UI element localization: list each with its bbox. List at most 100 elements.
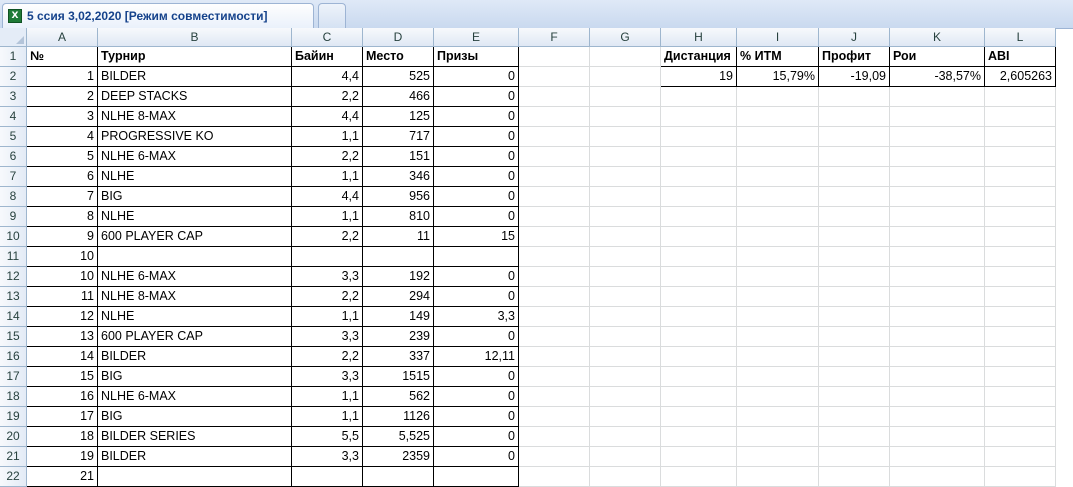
cell-g2[interactable] [590, 67, 661, 87]
cell-l8[interactable] [985, 187, 1056, 207]
column-header-j[interactable]: J [819, 28, 890, 47]
cell-k10[interactable] [890, 227, 985, 247]
row-header-17[interactable]: 17 [0, 367, 27, 387]
cell-j10[interactable] [819, 227, 890, 247]
row-header-6[interactable]: 6 [0, 147, 27, 167]
cell-j11[interactable] [819, 247, 890, 267]
cell-k19[interactable] [890, 407, 985, 427]
column-header-b[interactable]: B [98, 28, 292, 47]
cell-a13[interactable]: 11 [27, 287, 98, 307]
cell-j8[interactable] [819, 187, 890, 207]
cell-l21[interactable] [985, 447, 1056, 467]
cell-e9[interactable]: 0 [434, 207, 519, 227]
cell-c6[interactable]: 2,2 [292, 147, 363, 167]
cell-f13[interactable] [519, 287, 590, 307]
cell-a8[interactable]: 7 [27, 187, 98, 207]
cell-d11[interactable] [363, 247, 434, 267]
cell-a22[interactable]: 21 [27, 467, 98, 487]
cell-f6[interactable] [519, 147, 590, 167]
cell-f10[interactable] [519, 227, 590, 247]
cell-j21[interactable] [819, 447, 890, 467]
cell-e5[interactable]: 0 [434, 127, 519, 147]
cell-f17[interactable] [519, 367, 590, 387]
cell-b14[interactable]: NLHE [98, 307, 292, 327]
cell-j9[interactable] [819, 207, 890, 227]
cell-b3[interactable]: DEEP STACKS [98, 87, 292, 107]
cell-a10[interactable]: 9 [27, 227, 98, 247]
cell-g16[interactable] [590, 347, 661, 367]
cell-i11[interactable] [737, 247, 819, 267]
cell-k13[interactable] [890, 287, 985, 307]
cell-f4[interactable] [519, 107, 590, 127]
cell-j3[interactable] [819, 87, 890, 107]
cell-f19[interactable] [519, 407, 590, 427]
cell-i15[interactable] [737, 327, 819, 347]
cell-e21[interactable]: 0 [434, 447, 519, 467]
cell-e15[interactable]: 0 [434, 327, 519, 347]
cell-f20[interactable] [519, 427, 590, 447]
cell-f3[interactable] [519, 87, 590, 107]
cell-i19[interactable] [737, 407, 819, 427]
cell-b10[interactable]: 600 PLAYER CAP [98, 227, 292, 247]
cell-b7[interactable]: NLHE [98, 167, 292, 187]
cell-l15[interactable] [985, 327, 1056, 347]
cell-c7[interactable]: 1,1 [292, 167, 363, 187]
cell-c12[interactable]: 3,3 [292, 267, 363, 287]
cell-j6[interactable] [819, 147, 890, 167]
cell-c18[interactable]: 1,1 [292, 387, 363, 407]
cell-i16[interactable] [737, 347, 819, 367]
cell-c11[interactable] [292, 247, 363, 267]
cell-k15[interactable] [890, 327, 985, 347]
cell-d15[interactable]: 239 [363, 327, 434, 347]
cell-i22[interactable] [737, 467, 819, 487]
cell-e4[interactable]: 0 [434, 107, 519, 127]
cell-h12[interactable] [661, 267, 737, 287]
cell-d13[interactable]: 294 [363, 287, 434, 307]
cell-j17[interactable] [819, 367, 890, 387]
cell-b9[interactable]: NLHE [98, 207, 292, 227]
row-header-21[interactable]: 21 [0, 447, 27, 467]
cell-d18[interactable]: 562 [363, 387, 434, 407]
cell-c5[interactable]: 1,1 [292, 127, 363, 147]
cell-l2[interactable]: 2,605263 [985, 67, 1056, 87]
cell-i12[interactable] [737, 267, 819, 287]
row-header-18[interactable]: 18 [0, 387, 27, 407]
cell-b1[interactable]: Турнир [98, 47, 292, 67]
cell-b4[interactable]: NLHE 8-MAX [98, 107, 292, 127]
cell-l11[interactable] [985, 247, 1056, 267]
cell-f7[interactable] [519, 167, 590, 187]
cell-k18[interactable] [890, 387, 985, 407]
cell-k12[interactable] [890, 267, 985, 287]
cell-e11[interactable] [434, 247, 519, 267]
cell-c4[interactable]: 4,4 [292, 107, 363, 127]
cell-f11[interactable] [519, 247, 590, 267]
cell-g11[interactable] [590, 247, 661, 267]
cell-g15[interactable] [590, 327, 661, 347]
cell-c16[interactable]: 2,2 [292, 347, 363, 367]
cell-g14[interactable] [590, 307, 661, 327]
column-header-e[interactable]: E [434, 28, 519, 47]
cell-f21[interactable] [519, 447, 590, 467]
cell-h17[interactable] [661, 367, 737, 387]
select-all-corner[interactable] [0, 28, 27, 47]
cell-k21[interactable] [890, 447, 985, 467]
row-header-22[interactable]: 22 [0, 467, 27, 487]
cell-b19[interactable]: BIG [98, 407, 292, 427]
cell-l14[interactable] [985, 307, 1056, 327]
cell-c13[interactable]: 2,2 [292, 287, 363, 307]
cell-i13[interactable] [737, 287, 819, 307]
cell-h3[interactable] [661, 87, 737, 107]
cell-j19[interactable] [819, 407, 890, 427]
column-header-k[interactable]: K [890, 28, 985, 47]
cell-l22[interactable] [985, 467, 1056, 487]
row-header-7[interactable]: 7 [0, 167, 27, 187]
row-header-11[interactable]: 11 [0, 247, 27, 267]
cell-l5[interactable] [985, 127, 1056, 147]
workbook-tab[interactable]: X 5 ссия 3,02,2020 [Режим совместимости] [2, 3, 314, 28]
cell-i4[interactable] [737, 107, 819, 127]
row-header-8[interactable]: 8 [0, 187, 27, 207]
cell-b5[interactable]: PROGRESSIVE KO [98, 127, 292, 147]
cell-h16[interactable] [661, 347, 737, 367]
cell-a12[interactable]: 10 [27, 267, 98, 287]
cell-l6[interactable] [985, 147, 1056, 167]
